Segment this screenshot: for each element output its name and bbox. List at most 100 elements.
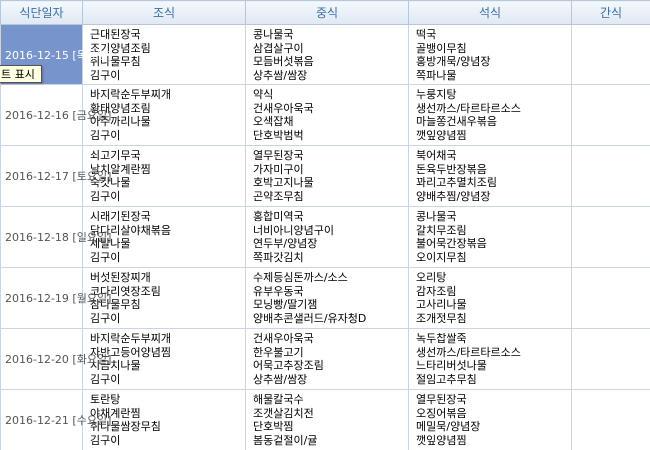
lunch-cell[interactable]: 수제등심돈까스/소스 유부우동국 모닝빵/딸기잼 양배추콘샐러드/유자청D (245, 267, 409, 329)
dinner-cell[interactable]: 열무된장국 오징어볶음 메밀묵/양념장 깻잎양념찜 (408, 389, 572, 450)
menu-item: 메밀묵/양념장 (416, 420, 481, 433)
table-row[interactable]: 2016-12-21 [수요일] 토란탕 야채계란찜 취나물쌈장무침 김구이 해물칼국수 조… (0, 389, 650, 450)
dinner-cell[interactable]: 녹두찹쌀죽 생선까스/타르타르소스 느타리버섯나물 절임고추무침 (408, 328, 572, 390)
menu-item: 콩나물국 (416, 210, 457, 223)
dinner-cell[interactable]: 콩나물국 갈치무조림 불어묵간장볶음 오이지무침 (408, 206, 572, 268)
menu-item: 바지락순두부찌개 (90, 88, 171, 101)
snack-cell[interactable] (571, 24, 650, 85)
menu-item: 코다리엿장조림 (90, 284, 161, 298)
menu-item: 조갯살김치전 (253, 406, 314, 420)
menu-item: 단호박찜 (253, 420, 294, 433)
menu-item: 연두부/양념장 (253, 237, 318, 250)
table-row[interactable]: 2016-12-16 [금요일] 바지락순두부찌개 황태양념조림 아주까리나물 김구이 약… (0, 84, 650, 146)
dinner-cell[interactable]: 떡국 골뱅이무침 홍방개묵/양념장 쪽파나물 (408, 24, 572, 85)
lunch-cell[interactable]: 약식 건새우아욱국 오색잡채 단호박범벅 (245, 84, 409, 146)
menu-item: 야채계란찜 (90, 406, 141, 420)
menu-item: 조기양념조림 (90, 41, 151, 55)
column-header-date[interactable]: 식단일자 (0, 0, 83, 25)
menu-item: 수제등심돈까스/소스 (253, 271, 348, 284)
lunch-cell[interactable]: 열무된장국 가자미구이 호박고지나물 곤약조무침 (245, 145, 409, 207)
menu-item: 호박고지나물 (253, 176, 314, 189)
menu-item: 취나물쌈장무침 (90, 420, 161, 433)
menu-item: 김구이 (90, 128, 121, 142)
menu-item: 삼겹살구이 (253, 41, 304, 55)
menu-item: 해물칼국수 (253, 393, 304, 406)
menu-item: 쇠고기무국 (90, 149, 141, 162)
column-header-breakfast[interactable]: 조식 (82, 0, 246, 25)
column-header-snack[interactable]: 간식 (571, 0, 650, 25)
lunch-cell[interactable]: 해물칼국수 조갯살김치전 단호박찜 봄동겉절이/귤 (245, 389, 409, 450)
date-cell[interactable]: 2016-12-21 [수요일] (0, 389, 111, 450)
date-cell[interactable]: 2016-12-18 [일요일] (0, 206, 111, 268)
meal-schedule-table: 식단일자 조식 중식 석식 간식 2016-12-15 [목요일] 근대된장국 조기… (0, 0, 650, 450)
menu-item: 김구이 (90, 68, 121, 82)
menu-item: 생선까스/타르타르소스 (416, 101, 521, 115)
menu-item: 열무된장국 (253, 149, 304, 162)
menu-item: 김구이 (90, 189, 121, 203)
menu-item: 꽈리고추멸치조림 (416, 176, 497, 189)
table-row[interactable]: 2016-12-19 [월요일] 버섯된장찌개 코다리엿장조림 참나물무침 김구이 수제등… (0, 267, 650, 329)
menu-item: 약식 (253, 88, 274, 101)
dinner-cell[interactable]: 오리탕 감자조림 고사리나물 조개젓무침 (408, 267, 572, 329)
menu-item: 상추쌈/쌈장 (253, 372, 308, 386)
menu-item: 홍방개묵/양념장 (416, 55, 491, 68)
menu-item: 곤약조무침 (253, 189, 304, 203)
menu-item: 숙갓나물 (90, 176, 131, 189)
menu-item: 홍합미역국 (253, 210, 304, 223)
menu-item: 오색잡채 (253, 115, 294, 128)
snack-cell[interactable] (571, 328, 650, 390)
menu-item: 모듬버섯볶음 (253, 55, 314, 68)
date-cell[interactable]: 2016-12-20 [화요일] (0, 328, 111, 390)
dinner-cell[interactable]: 북어채국 돈육두반장볶음 꽈리고추멸치조림 양배추찜/양념장 (408, 145, 572, 207)
menu-item: 쪽파나물 (416, 68, 457, 82)
menu-item: 시래기된장국 (90, 210, 151, 223)
table-header-row: 식단일자 조식 중식 석식 간식 (0, 0, 650, 25)
menu-item: 근대된장국 (90, 28, 141, 41)
snack-cell[interactable] (571, 267, 650, 329)
menu-item: 토란탕 (90, 393, 121, 406)
menu-item: 마늘쫑건새우볶음 (416, 115, 497, 128)
menu-item: 갈치무조림 (416, 223, 467, 237)
column-header-lunch[interactable]: 중식 (245, 0, 409, 25)
menu-item: 취나물무침 (90, 55, 141, 68)
menu-item: 떡국 (416, 28, 437, 41)
table-row[interactable]: 2016-12-17 [토요일] 쇠고기무국 날치알계란찜 숙갓나물 김구이 열무된장국 가… (0, 145, 650, 207)
column-header-dinner[interactable]: 석식 (408, 0, 572, 25)
menu-item: 불어묵간장볶음 (416, 237, 487, 250)
snack-cell[interactable] (571, 145, 650, 207)
menu-item: 김구이 (90, 433, 121, 447)
lunch-cell[interactable]: 건새우아욱국 한우불고기 어묵고추장조림 상추쌈/쌈장 (245, 328, 409, 390)
menu-item: 단호박범벅 (253, 128, 304, 142)
menu-item: 버섯된장찌개 (90, 271, 151, 284)
menu-item: 돈육두반장볶음 (416, 162, 487, 176)
menu-item: 오리탕 (416, 271, 447, 284)
menu-item: 양배추콘샐러드/유자청D (253, 311, 367, 325)
snack-cell[interactable] (571, 206, 650, 268)
menu-item: 참나물무침 (90, 298, 141, 311)
menu-item: 깻잎양념찜 (416, 433, 467, 447)
menu-item: 양배추찜/양념장 (416, 189, 491, 203)
table-row[interactable]: 2016-12-15 [목요일] 근대된장국 조기양념조림 취나물무침 김구이 콩나물국 삼… (0, 24, 650, 85)
menu-item: 고사리나물 (416, 298, 467, 311)
menu-item: 건새우아욱국 (253, 332, 314, 345)
menu-item: 쪽파갓김치 (253, 250, 304, 264)
menu-item: 녹두찹쌀죽 (416, 332, 467, 345)
menu-item: 콩나물국 (253, 28, 294, 41)
dinner-cell[interactable]: 누룽지탕 생선까스/타르타르소스 마늘쫑건새우볶음 깻잎양념찜 (408, 84, 572, 146)
menu-item: 가자미구이 (253, 162, 304, 176)
menu-item: 날치알계란찜 (90, 162, 151, 176)
menu-item: 모닝빵/딸기잼 (253, 298, 318, 311)
lunch-cell[interactable]: 홍합미역국 너비아니양념구이 연두부/양념장 쪽파갓김치 (245, 206, 409, 268)
menu-item: 김구이 (90, 250, 121, 264)
menu-item: 북어채국 (416, 149, 457, 162)
date-cell[interactable]: 2016-12-16 [금요일] (0, 84, 111, 146)
snack-cell[interactable] (571, 389, 650, 450)
lunch-cell[interactable]: 콩나물국 삼겹살구이 모듬버섯볶음 상추쌈/쌈장 (245, 24, 409, 85)
menu-item: 절임고추무침 (416, 372, 477, 386)
table-row[interactable]: 2016-12-18 [일요일] 시래기된장국 닭다리살야채볶음 세발나물 김구이 홍합미… (0, 206, 650, 268)
snack-cell[interactable] (571, 84, 650, 146)
date-cell[interactable]: 2016-12-19 [월요일] (0, 267, 111, 329)
table-row[interactable]: 2016-12-20 [화요일] 바지락순두부찌개 자반고등어양념찜 시금치나물 김구이… (0, 328, 650, 390)
menu-item: 세발나물 (90, 237, 131, 250)
date-cell[interactable]: 2016-12-17 [토요일] (0, 145, 111, 207)
